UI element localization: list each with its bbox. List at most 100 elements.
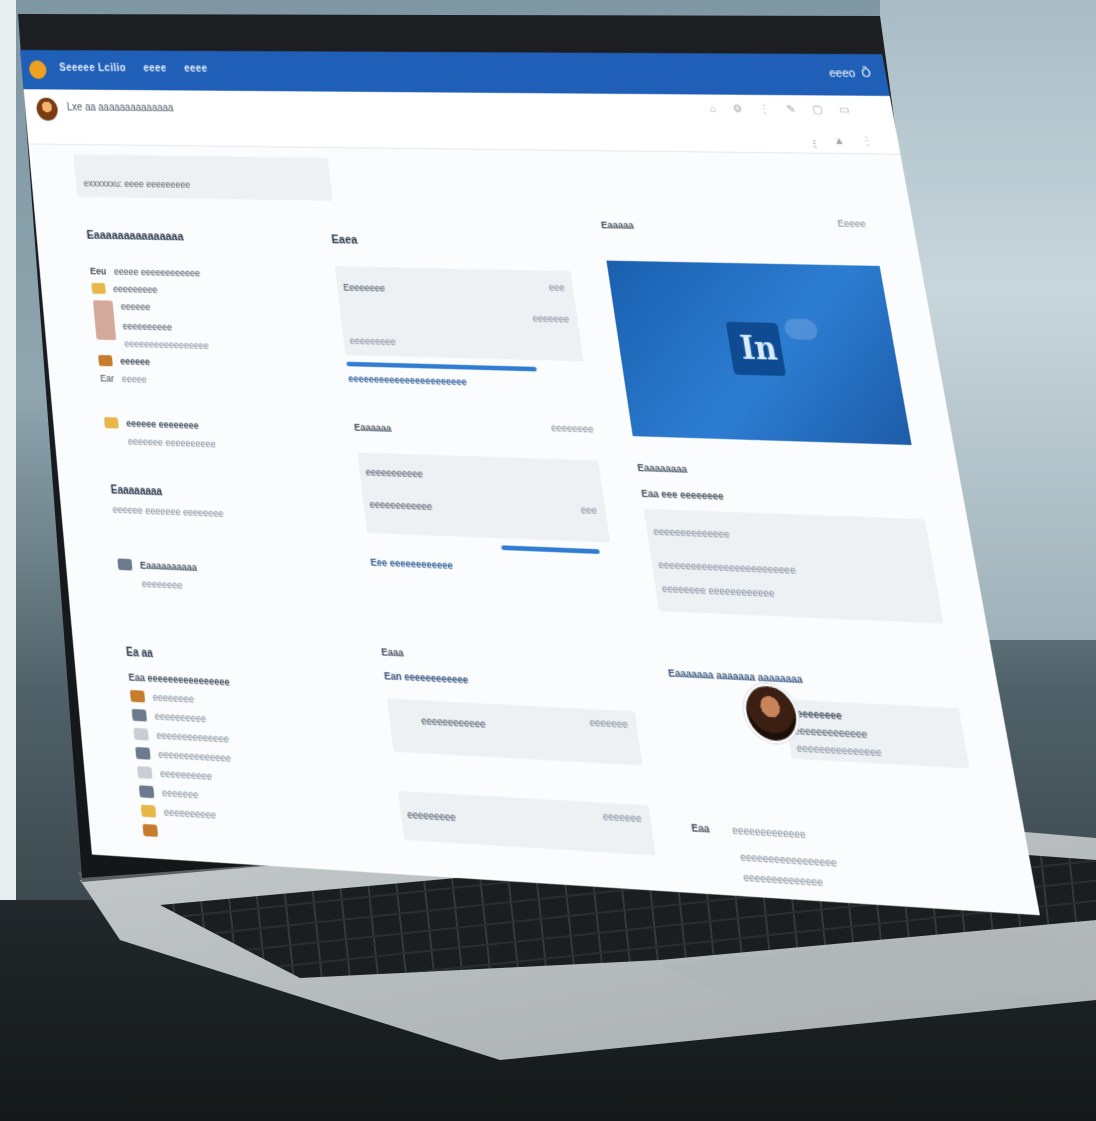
tag-icon [98,354,113,367]
card-label: eeeeeeeeeee [365,466,424,480]
content-card[interactable]: eeeeeeeee eeeeeee [398,790,656,856]
item-text: eeeeee [120,300,151,313]
secondary-toolbar: ﾐ ▲ ⋮ [810,135,874,152]
app-logo-icon: In [725,321,787,377]
item-text: eeeeeeeeeeeeeeeee [123,338,210,352]
brand-logo[interactable] [28,60,48,80]
profile-subtitle: eeeeeeeeeeeee [792,724,869,741]
item-text: eeeeeeeeee [122,320,173,333]
card-meta: eeeeeeeee [349,335,397,348]
item-text: eeeeeeeeeeeeee [157,748,232,765]
section-subheading: Ean eeeeeeeeeeee [383,669,469,686]
item-text: eeeeeeeee [112,283,159,296]
nav-link-home[interactable]: Seeeee Lcilio [59,63,127,75]
more-icon[interactable]: ⋮ [758,104,771,116]
home-icon[interactable]: ⌂ [709,103,717,115]
section-heading: Ea aa [125,646,154,661]
search-input[interactable]: exxxxxxu: eeee eeeeeeeee [73,154,333,201]
file-icon [137,766,153,779]
right-column: Eaaaaaaaa Eaa eee eeeeeeee eeeeeeeeeeeee… [637,462,993,900]
top-navigation-bar: Seeeee Lcilio eeee eeee eeeo Ȍ [20,50,890,96]
card-link[interactable]: Eee eeeeeeeeeeee [370,556,616,578]
file-icon [133,727,149,741]
calendar-icon [117,558,133,571]
cloud-icon [782,318,819,341]
item-text: eeeeeeee [152,691,195,706]
profile-card[interactable]: eeeeeeeee eeeeeeeeeeeee eeeeeeeeeeeeeee [782,699,970,769]
list-item[interactable]: eeeeeeeee [91,282,310,299]
item-text: eeeeee eeeeeeee [125,417,200,432]
top-nav-links: Seeeee Lcilio eeee eeee [59,63,208,75]
item-text: eeeeeeeeeeeeee [155,729,230,746]
footer-tag: Eaa [690,821,711,836]
card-label: eeeeeeeee [406,808,457,824]
item-tag: Ear [99,372,115,385]
left-section-heading: Eaaaaaaaaaaaaaaa [86,228,185,244]
star-icon [140,804,157,818]
middle-column: Eaea Eeeeeeee eee eeeeeee eeeeeeeee eeee… [330,233,656,856]
content-card[interactable]: eeeeeeeeeeeeee eeeeeeeeeeeeeeeeeeeeeeeee… [643,508,944,624]
avatar[interactable] [35,97,59,121]
card-row: eeeeeeeeeeeeee [652,525,731,541]
list-item[interactable]: eeeeee eeeeeeeeee eeeeeeeeeeeeeeeee [92,300,317,354]
flag-icon [142,823,159,837]
item-text: Eaaaaaaaaaa [139,559,198,574]
account-menu[interactable]: eeeo [828,67,856,80]
list-item[interactable]: Eeu eeeee eeeeeeeeeeee [90,266,309,281]
item-text: eeeeeee [161,786,200,801]
card-row: eeeeeeee eeeeeeeeeeee [661,582,776,600]
section-heading: Eaaaaaa [353,421,392,435]
list-item[interactable]: eeeeeee eeeeeeeeee [127,436,328,454]
search-input-text: exxxxxxu: eeee eeeeeeeee [83,177,191,191]
section-heading: Eaaaaaaaa [110,484,163,499]
item-text: eeeeeee eeeeeeeeee [127,435,217,450]
list-item[interactable]: Ear eeeee [100,373,321,391]
item-text: eeeeeeee [141,577,184,592]
list-item[interactable]: Eaaaaaaaaaa [117,558,343,579]
right-column-header: Eaaaaa Eeeee [599,214,874,239]
section-heading: Eaaaaaaa aaaaaaa aaaaaaaa [667,666,804,686]
laptop-screen: Seeeee Lcilio eeee eeee eeeo Ȍ Lxe aa aa… [20,50,1040,916]
card-link[interactable]: eeeeeeeeeeeeeeeeeeeeeee [348,373,588,391]
card-meta: eee [579,503,598,517]
section-text: eeeeee eeeeeee eeeeeeee [112,503,225,520]
section-heading: Eaaaaaaaa [636,461,688,476]
section-heading: Eaaa [380,645,405,659]
card-label: eeeeeeeeeeee [368,498,433,513]
image-icon [131,708,148,722]
middle-section-heading: Eaea [330,233,359,247]
content-card[interactable]: Eeeeeeee eee eeeeeee eeeeeeeee [334,266,584,362]
nav-link-third[interactable]: eeee [184,63,209,75]
options-icon[interactable]: ⋮ [861,135,875,152]
edit-icon[interactable]: ✎ [786,104,797,116]
upload-icon[interactable]: ▲ [833,135,847,152]
view-all-link[interactable]: Eeeee [837,218,867,230]
item-text: eeeeee [119,355,151,368]
item-text: eeeeeeeeee [159,767,213,783]
content-card[interactable]: eeeeeeeeeee eeeeeeeeeeee eee [357,452,611,543]
folder-icon [91,282,106,295]
grid-icon[interactable]: Ȍ [860,67,872,80]
page-title: Lxe aa aaaaaaaaaaaaaa [66,102,175,115]
featured-image[interactable]: In [606,260,912,446]
section-heading: Eaaaaa [600,219,635,232]
item-text: eeeeeeeeee [163,805,217,822]
settings-icon[interactable]: ⚙ [732,103,743,115]
toolbar: ⌂ ⚙ ⋮ ✎ ▢ ▭ [709,103,851,116]
list-item[interactable]: eeeeee [98,354,319,372]
list-item[interactable]: eeeeee eeeeeeee [103,416,327,435]
window-icon[interactable]: ▢ [811,104,823,116]
footer-row: eeeeeeeeeeeee [731,823,807,841]
item-text: eeeee [121,373,148,386]
item-tag: Eeu [89,265,107,277]
document-icon [129,689,146,703]
message-icon [103,416,119,429]
filter-icon[interactable]: ﾐ [810,135,818,151]
card-meta: eeeeeee [601,810,643,825]
progress-bar [346,361,537,372]
nav-link-second[interactable]: eeee [143,63,168,75]
panel-icon[interactable]: ▭ [839,104,851,116]
photo-scene: Seeeee Lcilio eeee eeee eeeo Ȍ Lxe aa aa… [0,0,1096,1121]
chart-icon [135,746,151,760]
content-card[interactable]: eeeeeeeeeeee eeeeeee [386,698,643,766]
